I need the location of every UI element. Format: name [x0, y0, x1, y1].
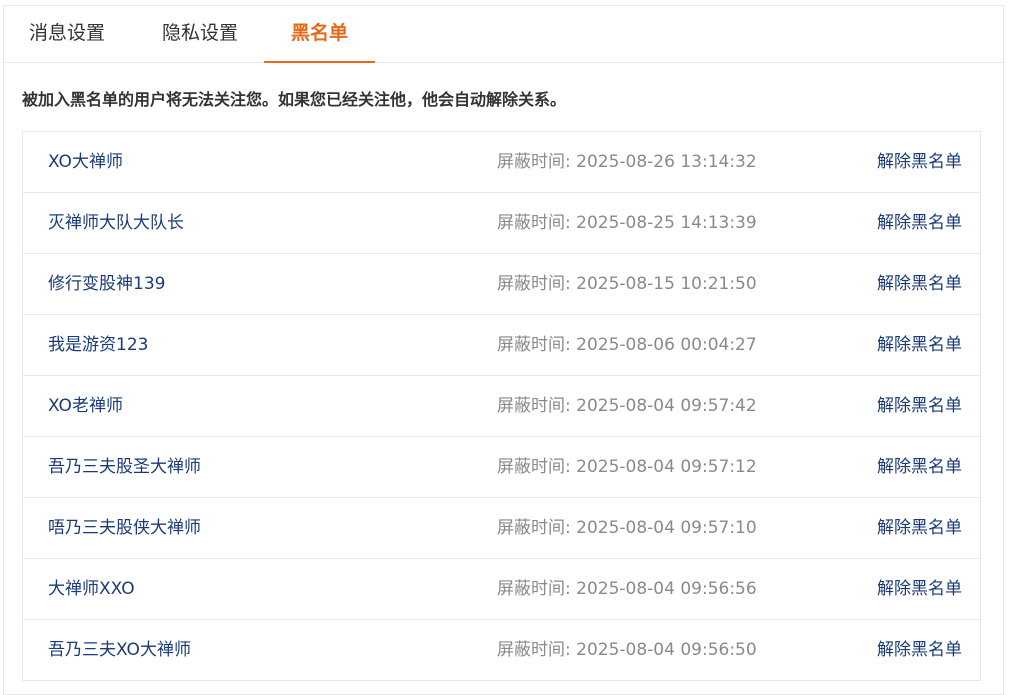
settings-panel: 消息设置 隐私设置 黑名单 被加入黑名单的用户将无法关注您。如果您已经关注他，他…	[3, 5, 1004, 695]
tab-privacy-settings[interactable]: 隐私设置	[135, 6, 265, 62]
table-row: 大禅师XXO 屏蔽时间: 2025-08-04 09:56:56 解除黑名单	[23, 559, 980, 620]
table-row: 吾乃三夫XO大禅师 屏蔽时间: 2025-08-04 09:56:50 解除黑名…	[23, 620, 980, 681]
blacklist-table: XO大禅师 屏蔽时间: 2025-08-26 13:14:32 解除黑名单 灭禅…	[22, 131, 981, 681]
table-row: 我是游资123 屏蔽时间: 2025-08-06 00:04:27 解除黑名单	[23, 315, 980, 376]
table-row: 灭禅师大队大队长 屏蔽时间: 2025-08-25 14:13:39 解除黑名单	[23, 193, 980, 254]
unblock-button[interactable]: 解除黑名单	[877, 315, 962, 375]
unblock-button[interactable]: 解除黑名单	[877, 193, 962, 253]
block-time: 屏蔽时间: 2025-08-04 09:56:50	[497, 640, 757, 660]
blacklist-notice: 被加入黑名单的用户将无法关注您。如果您已经关注他，他会自动解除关系。	[22, 90, 567, 109]
block-time: 屏蔽时间: 2025-08-15 10:21:50	[497, 274, 757, 294]
table-row: 修行变股神139 屏蔽时间: 2025-08-15 10:21:50 解除黑名单	[23, 254, 980, 315]
blocked-user-name[interactable]: 灭禅师大队大队长	[48, 193, 184, 253]
block-time: 屏蔽时间: 2025-08-04 09:57:10	[497, 518, 757, 538]
block-time: 屏蔽时间: 2025-08-06 00:04:27	[497, 335, 757, 355]
block-time: 屏蔽时间: 2025-08-25 14:13:39	[497, 213, 757, 233]
unblock-button[interactable]: 解除黑名单	[877, 620, 962, 680]
settings-tabs: 消息设置 隐私设置 黑名单	[4, 6, 1003, 63]
blocked-user-name[interactable]: XO大禅师	[48, 132, 123, 192]
unblock-button[interactable]: 解除黑名单	[877, 559, 962, 619]
unblock-button[interactable]: 解除黑名单	[877, 376, 962, 436]
blocked-user-name[interactable]: 我是游资123	[48, 315, 148, 375]
block-time: 屏蔽时间: 2025-08-04 09:57:42	[497, 396, 757, 416]
table-row: XO大禅师 屏蔽时间: 2025-08-26 13:14:32 解除黑名单	[23, 132, 980, 193]
table-row: 吾乃三夫股圣大禅师 屏蔽时间: 2025-08-04 09:57:12 解除黑名…	[23, 437, 980, 498]
blocked-user-name[interactable]: 修行变股神139	[48, 254, 165, 314]
unblock-button[interactable]: 解除黑名单	[877, 498, 962, 558]
blocked-user-name[interactable]: 吾乃三夫股圣大禅师	[48, 437, 201, 497]
blocked-user-name[interactable]: 唔乃三夫股侠大禅师	[48, 498, 201, 558]
block-time: 屏蔽时间: 2025-08-26 13:14:32	[497, 152, 757, 172]
block-time: 屏蔽时间: 2025-08-04 09:56:56	[497, 579, 757, 599]
unblock-button[interactable]: 解除黑名单	[877, 437, 962, 497]
unblock-button[interactable]: 解除黑名单	[877, 132, 962, 192]
unblock-button[interactable]: 解除黑名单	[877, 254, 962, 314]
tab-blacklist[interactable]: 黑名单	[264, 6, 375, 63]
table-row: 唔乃三夫股侠大禅师 屏蔽时间: 2025-08-04 09:57:10 解除黑名…	[23, 498, 980, 559]
block-time: 屏蔽时间: 2025-08-04 09:57:12	[497, 457, 757, 477]
blocked-user-name[interactable]: 吾乃三夫XO大禅师	[48, 620, 191, 680]
table-row: XO老禅师 屏蔽时间: 2025-08-04 09:57:42 解除黑名单	[23, 376, 980, 437]
tab-message-settings[interactable]: 消息设置	[4, 6, 130, 62]
blocked-user-name[interactable]: XO老禅师	[48, 376, 123, 436]
blocked-user-name[interactable]: 大禅师XXO	[48, 559, 135, 619]
